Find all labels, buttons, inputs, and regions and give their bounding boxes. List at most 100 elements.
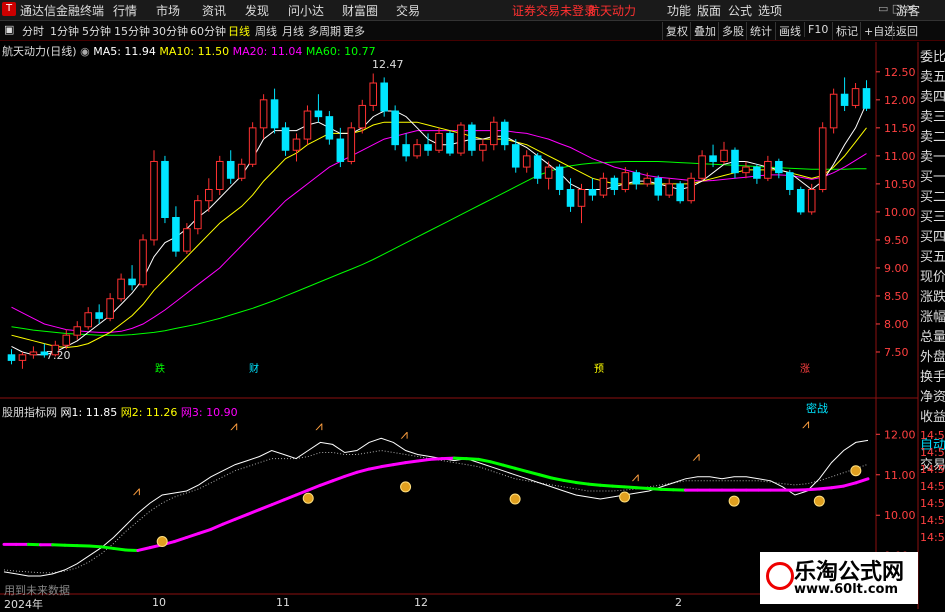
candle-up — [491, 122, 498, 144]
candle-down — [677, 184, 684, 201]
sell-signal-icon: ⩘ — [693, 450, 700, 465]
candle-up — [260, 100, 267, 128]
candle-down — [501, 122, 508, 144]
candle-down — [633, 173, 640, 184]
w3-segment — [625, 487, 637, 488]
sell-signal-icon: ⩘ — [315, 419, 322, 434]
w3-segment — [187, 533, 199, 537]
money-bag-icon — [510, 494, 520, 504]
w3-segment — [211, 524, 223, 529]
sub-right-label-7: 14:56 — [920, 531, 945, 544]
sub-right-label-6: 14:56 — [920, 514, 945, 527]
w3-segment — [223, 519, 235, 524]
w3-segment — [174, 538, 186, 542]
w3-segment — [831, 486, 843, 488]
sub-right-label-5: 14:56 — [920, 497, 945, 510]
sub-y-tick-label: 12.00 — [884, 428, 916, 441]
money-bag-icon — [401, 482, 411, 492]
candle-up — [545, 167, 552, 178]
candle-up — [216, 161, 223, 189]
w3-segment — [479, 459, 491, 461]
event-tag-die[interactable]: 跌 — [155, 360, 165, 375]
w3-segment — [308, 485, 320, 490]
sell-signal-icon: ⩘ — [230, 419, 237, 434]
candle-up — [622, 173, 629, 190]
sell-signal-icon: ⩘ — [632, 470, 639, 485]
candle-up — [85, 313, 92, 327]
candle-up — [140, 240, 147, 285]
w3-segment — [284, 495, 296, 500]
candle-up — [195, 201, 202, 229]
w3-segment — [807, 489, 819, 490]
sub-right-label-1: 14:56 — [920, 429, 945, 442]
candle-down — [447, 133, 454, 153]
event-tag-cai[interactable]: 财 — [249, 360, 259, 375]
sub-y-tick-label: 11.00 — [884, 469, 916, 482]
candle-up — [688, 178, 695, 200]
candle-up — [578, 189, 585, 206]
candle-down — [710, 156, 717, 162]
y-tick-label: 11.00 — [884, 150, 916, 163]
candle-up — [414, 145, 421, 156]
w3-segment — [235, 514, 247, 519]
chart-canvas[interactable]: ⩘⩘⩘⩘⩘⩘⩘ 7.508.008.509.009.5010.0010.5011… — [0, 0, 945, 609]
candle-down — [534, 156, 541, 178]
y-tick-label: 7.50 — [884, 346, 909, 359]
candle-down — [8, 355, 15, 361]
candle-down — [469, 125, 476, 150]
candle-down — [227, 161, 234, 178]
w3-segment — [418, 459, 430, 461]
w3-segment — [393, 463, 405, 465]
candle-down — [655, 178, 662, 195]
watermark-logo-icon — [766, 562, 794, 590]
w3-segment — [320, 481, 332, 485]
candle-up — [699, 156, 706, 178]
candle-up — [666, 184, 673, 195]
w3-segment — [600, 485, 612, 486]
candle-up — [348, 128, 355, 162]
candle-up — [184, 229, 191, 251]
sell-signal-icon: ⩘ — [133, 484, 140, 499]
sub-right-label-3: 14:56 — [920, 463, 945, 476]
candle-up — [830, 94, 837, 128]
y-tick-label: 10.00 — [884, 206, 916, 219]
candle-up — [458, 125, 465, 153]
w3-segment — [588, 484, 600, 485]
event-tag-zhang[interactable]: 涨 — [800, 360, 810, 375]
candle-down — [776, 161, 783, 172]
candle-up — [436, 133, 443, 150]
candle-up — [118, 279, 125, 299]
high-price-label: 12.47 — [372, 58, 404, 71]
y-tick-label: 11.50 — [884, 122, 916, 135]
w3-segment — [406, 461, 418, 463]
w3-segment — [637, 488, 649, 489]
candle-down — [797, 189, 804, 211]
w3-segment — [576, 482, 588, 484]
sub-y-tick-label: 10.00 — [884, 509, 916, 522]
candle-up — [19, 355, 26, 361]
sub-right-label-2: 14:56 — [920, 446, 945, 459]
w3-segment — [819, 488, 831, 489]
candle-up — [523, 156, 530, 167]
event-tag-yu[interactable]: 预 — [594, 360, 604, 375]
candle-up — [480, 145, 487, 151]
w3-segment — [466, 459, 478, 460]
candle-down — [129, 279, 136, 285]
candle-down — [732, 150, 739, 172]
candle-down — [512, 145, 519, 167]
indicator-lines — [4, 438, 868, 576]
x-label-12: 12 — [414, 596, 428, 609]
w3-segment — [564, 480, 576, 482]
w3-segment — [539, 475, 551, 478]
money-bag-icon — [729, 496, 739, 506]
y-tick-label: 12.00 — [884, 94, 916, 107]
w3-segment — [333, 476, 345, 480]
x-label-11: 11 — [276, 596, 290, 609]
candle-down — [589, 189, 596, 195]
candle-up — [63, 335, 70, 345]
candle-up — [644, 178, 651, 184]
candle-up — [808, 189, 815, 211]
candle-down — [315, 111, 322, 117]
candle-down — [162, 161, 169, 217]
candle-down — [611, 178, 618, 189]
